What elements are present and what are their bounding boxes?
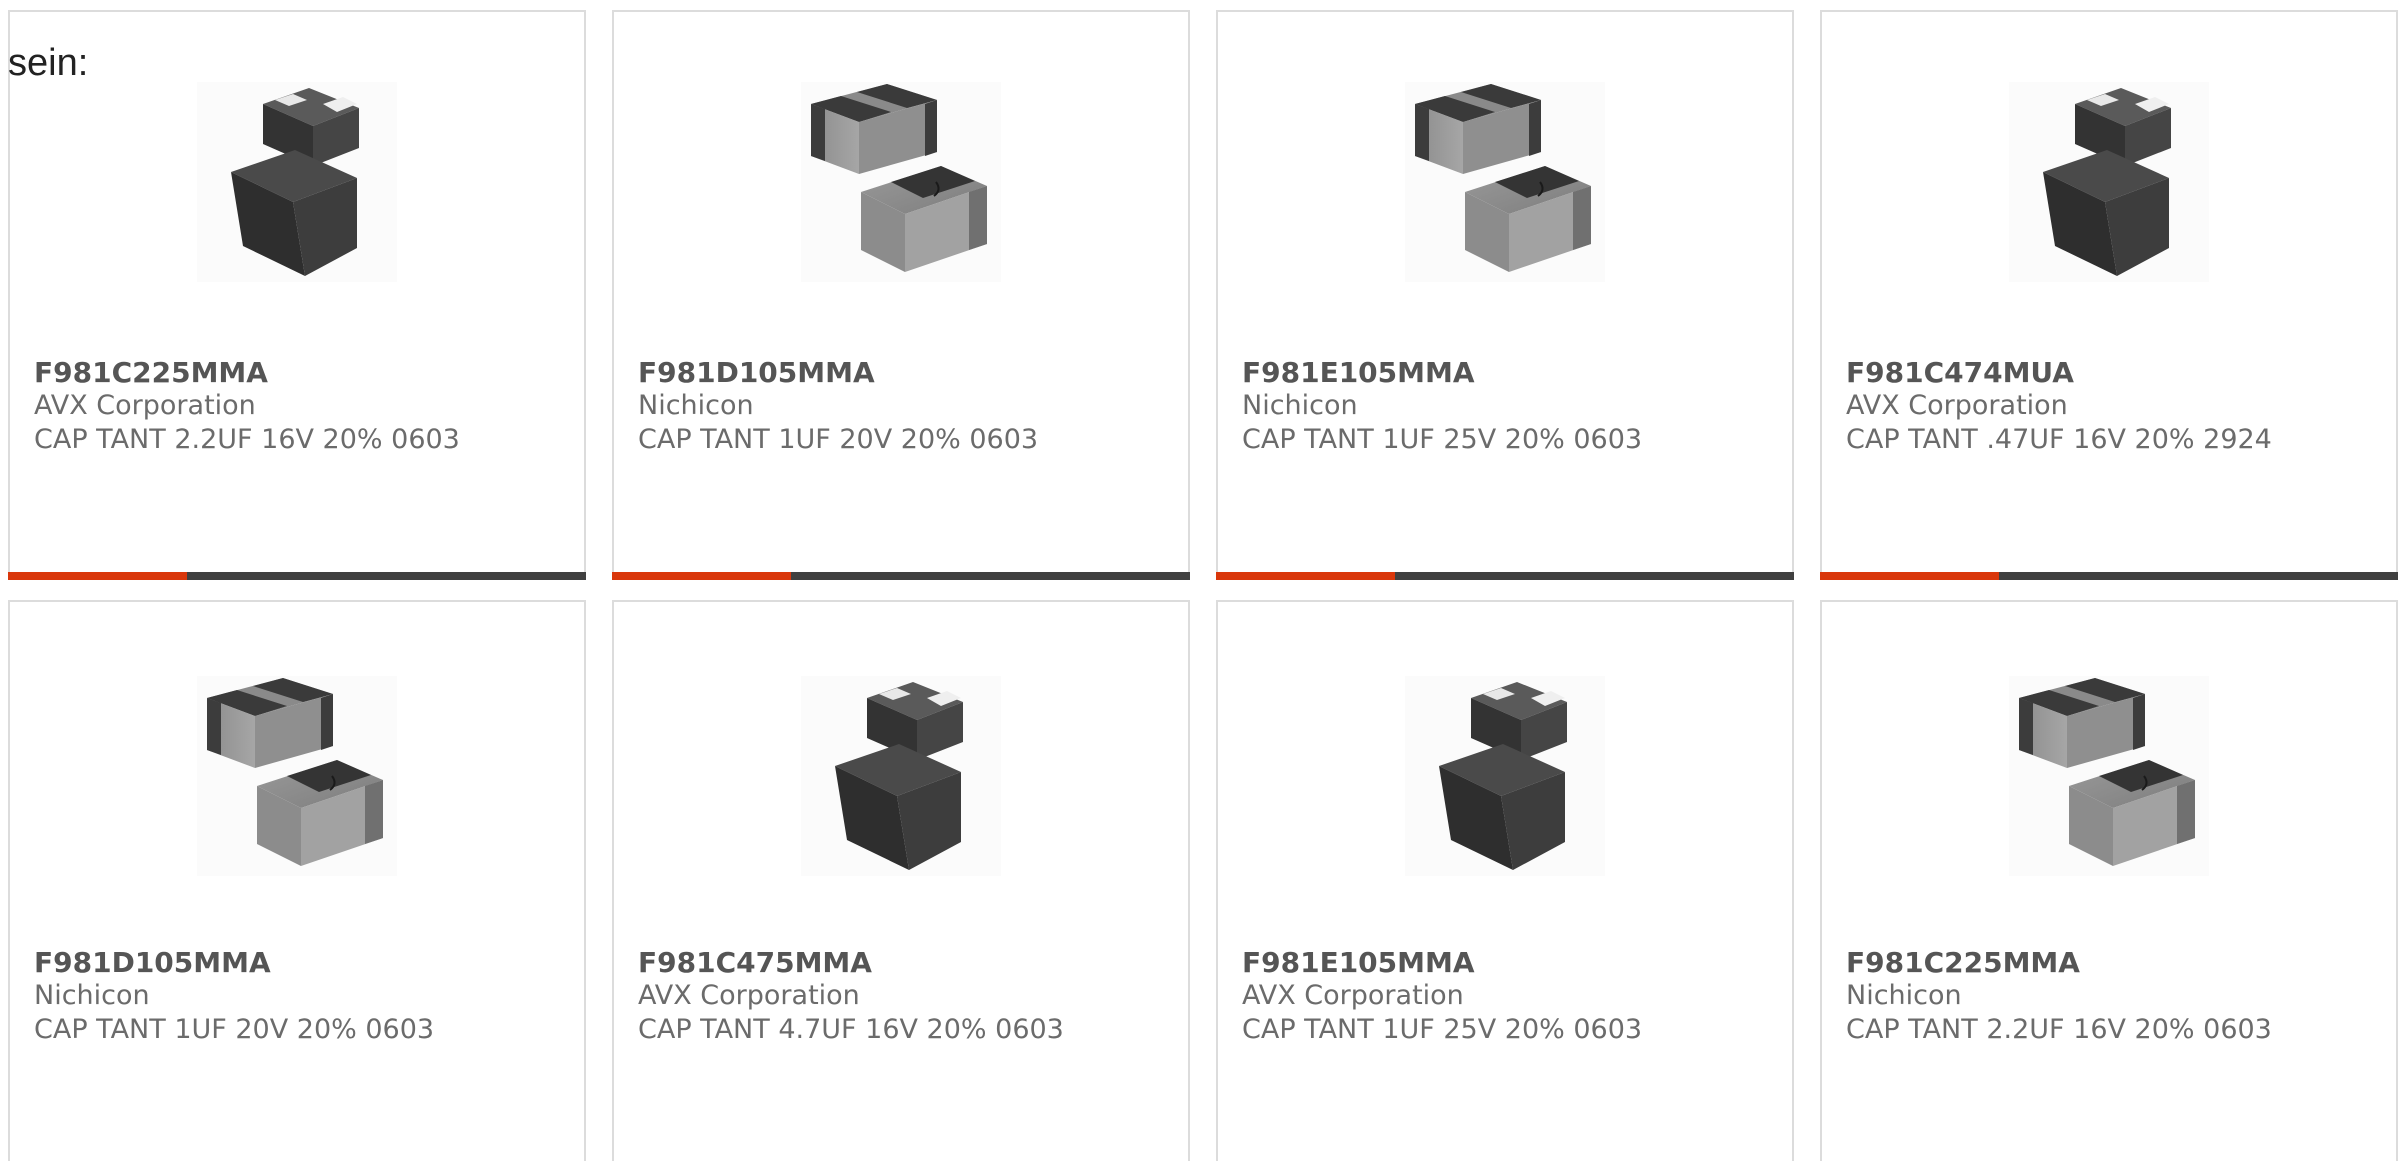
manufacturer: AVX Corporation: [638, 980, 860, 1011]
progress-fill: [1216, 572, 1396, 580]
dark-capacitor-image: [197, 82, 397, 282]
product-card[interactable]: F981E105MMA AVX Corporation CAP TANT 1UF…: [1216, 600, 1794, 1161]
product-description: CAP TANT .47UF 16V 20% 2924: [1846, 424, 2272, 455]
gray-capacitor-image: [801, 82, 1001, 282]
product-card[interactable]: F981C225MMA Nichicon CAP TANT 2.2UF 16V …: [1820, 600, 2398, 1161]
manufacturer: AVX Corporation: [1846, 390, 2068, 421]
part-number: F981E105MMA: [1242, 946, 1475, 979]
intro-text: sein:: [8, 42, 89, 84]
product-card[interactable]: F981C474MUA AVX Corporation CAP TANT .47…: [1820, 10, 2398, 580]
product-description: CAP TANT 1UF 25V 20% 0603: [1242, 1014, 1643, 1045]
product-card[interactable]: F981D105MMA Nichicon CAP TANT 1UF 20V 20…: [8, 600, 586, 1161]
manufacturer: AVX Corporation: [1242, 980, 1464, 1011]
manufacturer: AVX Corporation: [34, 390, 256, 421]
progress-bar: [8, 572, 586, 580]
progress-fill: [612, 572, 792, 580]
part-number: F981D105MMA: [34, 946, 271, 979]
product-description: CAP TANT 2.2UF 16V 20% 0603: [34, 424, 460, 455]
progress-bar: [612, 572, 1190, 580]
gray-capacitor-image: [197, 676, 397, 876]
part-number: F981C225MMA: [34, 356, 268, 389]
gray-capacitor-image: [1405, 82, 1605, 282]
part-number: F981C475MMA: [638, 946, 872, 979]
manufacturer: Nichicon: [638, 390, 754, 421]
part-number: F981E105MMA: [1242, 356, 1475, 389]
dark-capacitor-image: [801, 676, 1001, 876]
progress-fill: [8, 572, 188, 580]
part-number: F981D105MMA: [638, 356, 875, 389]
manufacturer: Nichicon: [34, 980, 150, 1011]
progress-fill: [1820, 572, 2000, 580]
product-description: CAP TANT 2.2UF 16V 20% 0603: [1846, 1014, 2272, 1045]
part-number: F981C225MMA: [1846, 946, 2080, 979]
product-card[interactable]: F981C225MMA AVX Corporation CAP TANT 2.2…: [8, 10, 586, 580]
product-description: CAP TANT 1UF 25V 20% 0603: [1242, 424, 1643, 455]
dark-capacitor-image: [1405, 676, 1605, 876]
product-description: CAP TANT 1UF 20V 20% 0603: [638, 424, 1039, 455]
product-card[interactable]: F981E105MMA Nichicon CAP TANT 1UF 25V 20…: [1216, 10, 1794, 580]
gray-capacitor-image: [2009, 676, 2209, 876]
dark-capacitor-image: [2009, 82, 2209, 282]
product-grid-page: sein: F981C225MMA AVX Corporation CAP TA…: [0, 0, 2400, 1161]
progress-bar: [1820, 572, 2398, 580]
manufacturer: Nichicon: [1846, 980, 1962, 1011]
product-card[interactable]: F981D105MMA Nichicon CAP TANT 1UF 20V 20…: [612, 10, 1190, 580]
part-number: F981C474MUA: [1846, 356, 2074, 389]
progress-bar: [1216, 572, 1794, 580]
product-card[interactable]: F981C475MMA AVX Corporation CAP TANT 4.7…: [612, 600, 1190, 1161]
manufacturer: Nichicon: [1242, 390, 1358, 421]
product-description: CAP TANT 1UF 20V 20% 0603: [34, 1014, 435, 1045]
product-description: CAP TANT 4.7UF 16V 20% 0603: [638, 1014, 1064, 1045]
